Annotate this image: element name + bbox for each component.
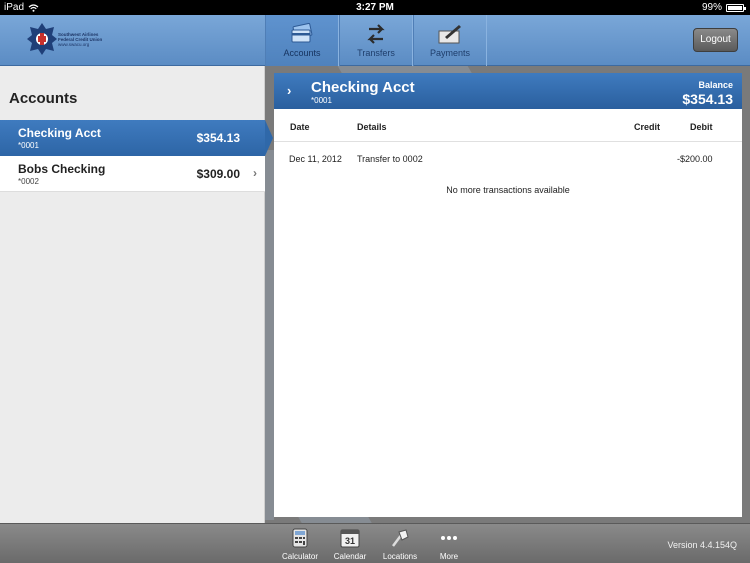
calendar-label: Calendar: [333, 552, 367, 561]
transaction-debit: -$200.00: [677, 154, 713, 164]
transaction-details: Transfer to 0002: [357, 154, 423, 164]
selected-pointer-icon: [265, 120, 273, 156]
account-detail-panel: › Checking Acct *0001 Balance $354.13 Da…: [274, 73, 742, 517]
version-label: Version 4.4.154Q: [667, 540, 737, 550]
balance-label: Balance: [698, 80, 733, 90]
transaction-date: Dec 11, 2012: [289, 154, 342, 164]
tab-accounts-label: Accounts: [283, 48, 321, 58]
calendar-button[interactable]: 31 Calendar: [328, 528, 372, 561]
calendar-day: 31: [345, 536, 355, 546]
tab-transfers[interactable]: Transfers: [339, 15, 413, 66]
tab-transfers-label: Transfers: [357, 48, 395, 58]
transfers-arrows-icon: [367, 24, 385, 44]
status-time: 3:27 PM: [356, 2, 394, 13]
detail-account-number: *0001: [311, 96, 332, 105]
calculator-button[interactable]: Calculator: [278, 528, 322, 561]
transaction-column-headers: Date Details Credit Debit: [274, 109, 742, 142]
account-number: *0002: [18, 177, 39, 186]
accounts-card-icon: [291, 23, 313, 43]
payments-pen-icon: [438, 25, 461, 44]
locations-icon: [392, 529, 409, 547]
detail-balance: $354.13: [682, 91, 733, 107]
tab-payments-label: Payments: [429, 48, 471, 58]
logo-emblem-icon: [27, 23, 57, 55]
account-balance: $354.13: [196, 131, 240, 145]
detail-header[interactable]: › Checking Acct *0001 Balance $354.13: [274, 73, 742, 109]
calculator-label: Calculator: [281, 552, 318, 561]
calendar-icon: 31: [340, 529, 360, 548]
account-row-bobs-checking[interactable]: Bobs Checking *0002 $309.00 ›: [0, 156, 265, 192]
account-balance: $309.00: [196, 167, 240, 181]
accounts-panel: Accounts Checking Acct *0001 $354.13 Bob…: [0, 66, 273, 523]
transaction-row[interactable]: Dec 11, 2012 Transfer to 0002 -$200.00: [274, 142, 742, 172]
more-label: More: [439, 552, 459, 561]
tab-payments[interactable]: Payments: [413, 15, 487, 66]
locations-label: Locations: [382, 552, 418, 561]
more-button[interactable]: More: [427, 528, 471, 561]
tab-accounts[interactable]: Accounts: [265, 15, 339, 66]
account-number: *0001: [18, 141, 39, 150]
column-credit: Credit: [634, 122, 661, 132]
column-date: Date: [290, 122, 310, 132]
detail-account-name: Checking Acct: [311, 79, 415, 96]
calculator-icon: [292, 528, 308, 548]
no-more-transactions: No more transactions available: [446, 185, 570, 195]
app-header: Southwest Airlines Federal Credit Union …: [0, 15, 750, 66]
account-name: Bobs Checking: [18, 162, 106, 176]
credit-union-logo: Southwest Airlines Federal Credit Union …: [26, 22, 106, 58]
battery-percent: 99%: [701, 2, 722, 13]
chevron-right-icon: ›: [253, 166, 257, 180]
status-bar: iPad 3:27 PM 99%: [0, 0, 750, 15]
bottom-toolbar: Calculator 31 Calendar Locations More Ve…: [0, 523, 750, 563]
battery-icon: [726, 3, 746, 12]
background-stripe: [265, 150, 274, 520]
account-row-checking[interactable]: Checking Acct *0001 $354.13: [0, 120, 273, 156]
chevron-right-icon: ›: [287, 83, 292, 98]
logo-text: Southwest Airlines Federal Credit Union …: [58, 32, 103, 47]
column-debit: Debit: [690, 122, 713, 132]
column-details: Details: [357, 122, 387, 132]
logout-button[interactable]: Logout: [693, 28, 738, 52]
more-dots-icon: [441, 536, 457, 540]
accounts-title: Accounts: [9, 90, 78, 107]
locations-button[interactable]: Locations: [378, 528, 422, 561]
account-name: Checking Acct: [18, 126, 101, 140]
